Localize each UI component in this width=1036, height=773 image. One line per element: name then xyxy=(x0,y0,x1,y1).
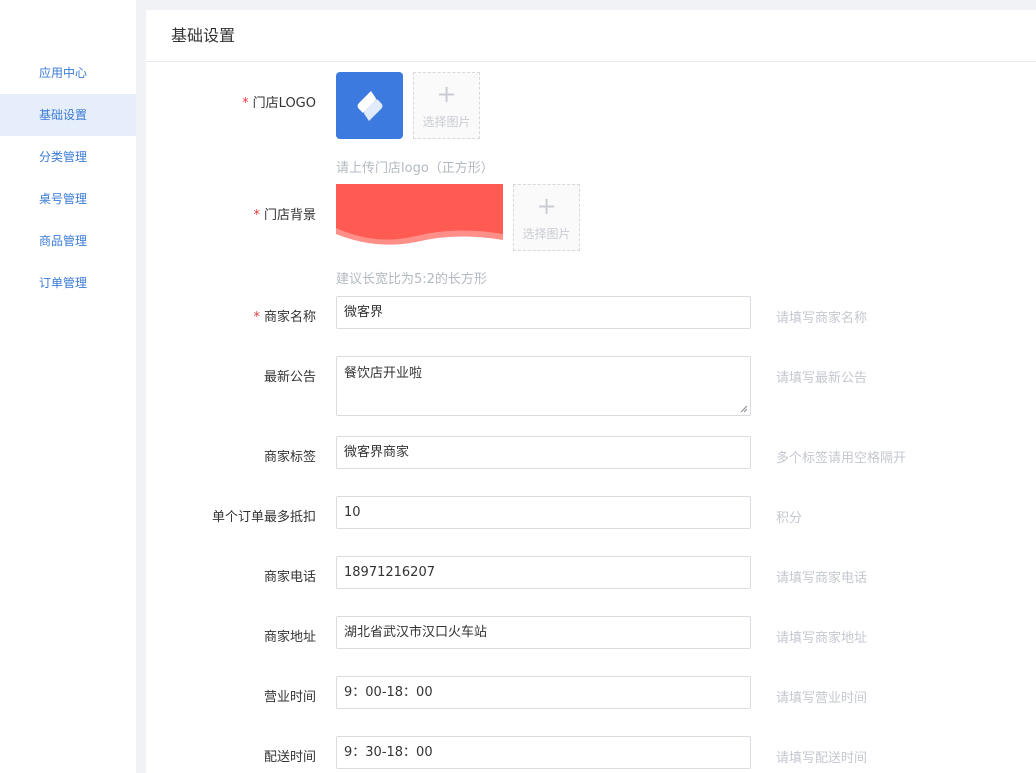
sidebar-item-category-management[interactable]: 分类管理 xyxy=(0,136,136,178)
max-deduct-input[interactable]: 10 xyxy=(336,496,751,529)
notice-hint: 请填写最新公告 xyxy=(776,371,868,386)
delivery-hours-hint: 请填写配送时间 xyxy=(776,751,868,766)
sidebar-item-order-management[interactable]: 订单管理 xyxy=(0,262,136,304)
plus-icon: + xyxy=(536,192,557,220)
business-hours-label: 营业时间 xyxy=(263,690,316,705)
upload-label: 选择图片 xyxy=(522,227,571,241)
phone-input[interactable]: 18971216207 xyxy=(336,556,751,589)
tags-input[interactable]: 微客界商家 xyxy=(336,436,751,469)
address-hint: 请填写商家地址 xyxy=(776,631,868,646)
address-label: 商家地址 xyxy=(263,630,316,645)
background-upload-button[interactable]: + 选择图片 xyxy=(513,184,580,251)
sidebar: 应用中心 基础设置 分类管理 桌号管理 商品管理 订单管理 xyxy=(0,0,136,773)
background-label: * 门店背景 xyxy=(253,208,316,223)
plus-icon: + xyxy=(436,80,457,108)
business-hours-hint: 请填写营业时间 xyxy=(776,691,868,706)
business-hours-input[interactable]: 9：00-18：00 xyxy=(336,676,751,709)
tags-label: 商家标签 xyxy=(263,450,316,465)
sidebar-item-basic-settings[interactable]: 基础设置 xyxy=(0,94,136,136)
address-input[interactable]: 湖北省武汉市汉口火车站 xyxy=(336,616,751,649)
store-logo-image xyxy=(336,72,403,139)
logo-upload-button[interactable]: + 选择图片 xyxy=(413,72,480,139)
required-mark: * xyxy=(253,310,260,325)
merchant-name-label: * 商家名称 xyxy=(253,310,316,325)
phone-label: 商家电话 xyxy=(263,570,316,585)
settings-panel: 基础设置 * 门店LOGO + 选择图片 请上传门店logo（正方形） * 门店背景 xyxy=(146,10,1036,773)
sidebar-item-table-management[interactable]: 桌号管理 xyxy=(0,178,136,220)
max-deduct-label: 单个订单最多抵扣 xyxy=(211,510,316,525)
required-mark: * xyxy=(242,96,249,111)
phone-hint: 请填写商家电话 xyxy=(776,571,868,586)
delivery-hours-input[interactable]: 9：30-18：00 xyxy=(336,736,751,769)
logo-upload-group: + 选择图片 xyxy=(336,72,486,142)
required-mark: * xyxy=(253,208,260,223)
resize-handle-icon[interactable] xyxy=(740,405,748,413)
logo-label: * 门店LOGO xyxy=(242,96,316,111)
merchant-name-input[interactable]: 微客界 xyxy=(336,296,751,329)
tags-hint: 多个标签请用空格隔开 xyxy=(776,451,907,466)
wave-graphic xyxy=(336,228,503,250)
logo-mark-icon xyxy=(357,90,382,121)
notice-textarea[interactable]: 餐饮店开业啦 xyxy=(336,356,751,416)
upload-label: 选择图片 xyxy=(422,115,471,129)
merchant-name-hint: 请填写商家名称 xyxy=(776,311,868,326)
delivery-hours-label: 配送时间 xyxy=(263,750,316,765)
background-hint: 建议长宽比为5:2的长方形 xyxy=(336,272,487,287)
logo-hint: 请上传门店logo（正方形） xyxy=(336,161,494,176)
sidebar-item-app-center[interactable]: 应用中心 xyxy=(0,52,136,94)
store-background-image xyxy=(336,184,503,250)
page-title: 基础设置 xyxy=(146,10,1036,62)
background-upload-group: + 选择图片 xyxy=(336,184,586,254)
sidebar-item-product-management[interactable]: 商品管理 xyxy=(0,220,136,262)
max-deduct-unit: 积分 xyxy=(776,511,803,526)
notice-label: 最新公告 xyxy=(263,370,316,385)
